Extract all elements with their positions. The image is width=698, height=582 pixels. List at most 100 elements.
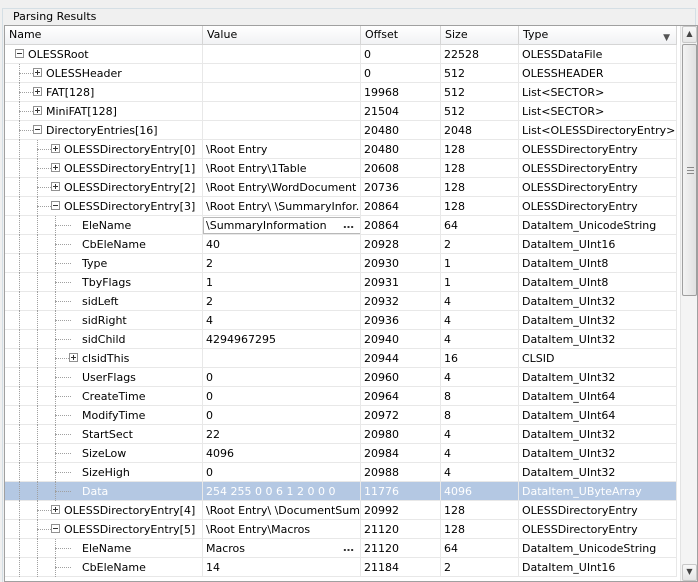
tree-row[interactable]: StartSect 22 20980 4 DataItem_UInt32 [5,425,677,444]
minus-box-icon[interactable] [51,524,60,533]
row-name: EleName [82,542,132,555]
chevron-up-icon[interactable]: ▲ [682,26,697,43]
cell-size: 4 [441,463,519,482]
cell-text: \Root Entry\Macros [206,523,311,536]
cell-text: OLESSDirectoryEntry [522,523,638,536]
cell-type: OLESSDirectoryEntry [519,501,677,520]
cell-value: \Root Entry\ \SummaryInfor... [203,197,361,216]
cell-name: MiniFAT[128] [5,102,203,121]
tree-row[interactable]: MiniFAT[128] 21504 512 List<SECTOR> [5,102,677,121]
cell-value: 40 [203,235,361,254]
cell-type: OLESSDirectoryEntry [519,197,677,216]
cell-text: Macros [206,542,246,555]
tree-row[interactable]: clsidThis 20944 16 CLSID [5,349,677,368]
ellipsis-icon[interactable]: … [343,216,354,235]
cell-text: List<OLESSDirectoryEntry> [522,124,676,137]
cell-text: \Root Entry\ \SummaryInfor... [206,200,361,213]
tree-row[interactable]: OLESSDirectoryEntry[1] \Root Entry\1Table… [5,159,677,178]
tree-row[interactable]: OLESSDirectoryEntry[2] \Root Entry\WordDo… [5,178,677,197]
cell-text: 4 [444,371,451,384]
cell-size: 16 [441,349,519,368]
minus-box-icon[interactable] [51,201,60,210]
tree-row[interactable]: Type 2 20930 1 DataItem_UInt8 [5,254,677,273]
cell-text: 0 [206,390,213,403]
cell-offset: 20932 [361,292,441,311]
plus-box-icon[interactable] [69,353,78,362]
cell-value: 4096 [203,444,361,463]
tree-row[interactable]: CbEleName 40 20928 2 DataItem_UInt16 [5,235,677,254]
vertical-scrollbar[interactable]: ▲ ▼ [680,26,697,581]
cell-text: 4 [206,314,213,327]
cell-size: 128 [441,197,519,216]
column-name[interactable]: Name [5,26,203,45]
cell-value [203,64,361,83]
cell-text: 128 [444,523,465,536]
ellipsis-icon[interactable]: … [343,539,354,558]
row-name: ModifyTime [82,409,146,422]
tree-row[interactable]: EleName \SummaryInformation … 20864 64 DataIt… [5,216,677,235]
column-header: Name Value Offset Size Type ▼ [5,26,677,45]
row-name: SizeHigh [82,466,130,479]
tree-row[interactable]: CreateTime 0 20964 8 DataItem_UInt64 [5,387,677,406]
cell-text: 1 [444,276,451,289]
tree-row[interactable]: ModifyTime 0 20972 8 DataItem_UInt64 [5,406,677,425]
column-size[interactable]: Size [441,26,519,45]
tree-row[interactable]: SizeLow 4096 20984 4 DataItem_UInt32 [5,444,677,463]
tree-row[interactable]: OLESSDirectoryEntry[4] \Root Entry\ \Docu… [5,501,677,520]
row-name: CreateTime [82,390,146,403]
cell-value: 0 [203,387,361,406]
tree-row[interactable]: UserFlags 0 20960 4 DataItem_UInt32 [5,368,677,387]
tree-row[interactable]: OLESSDirectoryEntry[5] \Root Entry\Macros… [5,520,677,539]
cell-text: 21504 [364,105,399,118]
row-name: clsidThis [82,352,130,365]
tree-row[interactable]: Data 254 255 0 0 6 1 2 0 0 0 11776 4096 Data… [5,482,677,501]
row-name: sidChild [82,333,126,346]
cell-size: 4 [441,425,519,444]
tree-row[interactable]: sidLeft 2 20932 4 DataItem_UInt32 [5,292,677,311]
plus-box-icon[interactable] [51,505,60,514]
row-name: SizeLow [82,447,127,460]
cell-name: ModifyTime [5,406,203,425]
cell-type: CLSID [519,349,677,368]
plus-box-icon[interactable] [33,68,42,77]
tree-row[interactable]: FAT[128] 19968 512 List<SECTOR> [5,83,677,102]
tree-row[interactable]: CbEleName 14 21184 2 DataItem_UInt16 [5,558,677,577]
scrollbar-thumb[interactable] [682,44,697,296]
cell-text: 128 [444,162,465,175]
tree-row[interactable]: EleName Macros … 21120 64 DataItem_UnicodeStr… [5,539,677,558]
cell-text: 20988 [364,466,399,479]
plus-box-icon[interactable] [51,182,60,191]
cell-text: 40 [206,238,220,251]
cell-type: OLESSDirectoryEntry [519,178,677,197]
tree-row[interactable]: OLESSDirectoryEntry[3] \Root Entry\ \Summ… [5,197,677,216]
sort-chevron-icon: ▼ [663,33,670,43]
cell-offset: 20864 [361,197,441,216]
minus-box-icon[interactable] [33,125,42,134]
cell-text: 4 [444,314,451,327]
tree-row[interactable]: OLESSHeader 0 512 OLESSHEADER [5,64,677,83]
minus-box-icon[interactable] [15,49,24,58]
plus-box-icon[interactable] [51,144,60,153]
tree-row[interactable]: DirectoryEntries[16] 20480 2048 List<OLESSD… [5,121,677,140]
chevron-down-icon[interactable]: ▼ [682,564,697,581]
cell-text: 0 [206,466,213,479]
tree-row[interactable]: TbyFlags 1 20931 1 DataItem_UInt8 [5,273,677,292]
column-type[interactable]: Type ▼ [519,26,677,45]
plus-box-icon[interactable] [51,163,60,172]
results-tree-grid[interactable]: Name Value Offset Size Type ▼ OLESSRoot 0… [4,25,698,582]
tree-row[interactable]: sidChild 4294967295 20940 4 DataItem_UInt32 [5,330,677,349]
cell-text: DataItem_UInt32 [522,447,616,460]
column-value[interactable]: Value [203,26,361,45]
tree-row[interactable]: OLESSDirectoryEntry[0] \Root Entry 20480 12… [5,140,677,159]
plus-box-icon[interactable] [33,87,42,96]
cell-size: 8 [441,387,519,406]
tree-row[interactable]: OLESSRoot 0 22528 OLESSDataFile [5,45,677,64]
cell-size: 128 [441,178,519,197]
cell-offset: 0 [361,45,441,64]
cell-value: 22 [203,425,361,444]
column-offset[interactable]: Offset [361,26,441,45]
plus-box-icon[interactable] [33,106,42,115]
tree-row[interactable]: SizeHigh 0 20988 4 DataItem_UInt32 [5,463,677,482]
tree-row[interactable]: sidRight 4 20936 4 DataItem_UInt32 [5,311,677,330]
cell-text: \SummaryInformation [206,219,327,232]
